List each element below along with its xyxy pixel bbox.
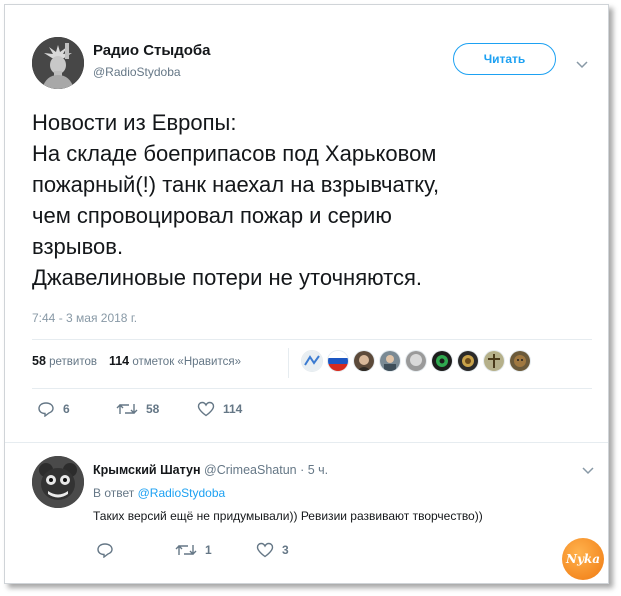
- tweet-card: Радио Стыдоба @RadioStydoba Читать Новос…: [4, 4, 609, 584]
- heart-icon: [256, 542, 274, 558]
- liker-avatar[interactable]: [353, 350, 375, 372]
- reply-author-avatar[interactable]: [32, 456, 84, 508]
- retweets-stat[interactable]: 58 ретвитов: [32, 354, 97, 368]
- retweet-icon: [175, 545, 197, 555]
- reply-like-button[interactable]: 3: [256, 542, 289, 558]
- tweet-line: Джавелиновые потери не уточняются.: [32, 265, 422, 290]
- retweets-label: ретвитов: [49, 356, 97, 368]
- divider: [288, 348, 289, 378]
- liker-avatar[interactable]: [483, 350, 505, 372]
- reply-author-name[interactable]: Крымский Шатун: [93, 463, 201, 477]
- in-reply-prefix: В ответ: [93, 486, 135, 500]
- tweet-line: пожарный(!) танк наехал на взрывчатку,: [32, 172, 440, 197]
- reply-text: Таких версий ещё не придумывали)) Ревизи…: [93, 509, 483, 523]
- tweet-text: Новости из Европы: На складе боеприпасов…: [32, 107, 592, 293]
- divider: [32, 388, 592, 389]
- engagement-stats: 58 ретвитов 114 отметок «Нравится»: [32, 354, 241, 368]
- author-handle[interactable]: @RadioStydoba: [93, 65, 181, 79]
- reply-like-count: 3: [282, 543, 289, 557]
- divider: [32, 339, 592, 340]
- reply-count: 6: [63, 402, 70, 416]
- author-name[interactable]: Радио Стыдоба: [93, 42, 211, 59]
- liker-avatar[interactable]: [509, 350, 531, 372]
- in-reply-handle-link[interactable]: @RadioStydoba: [138, 486, 226, 500]
- like-count: 114: [223, 402, 243, 416]
- liker-avatar[interactable]: [327, 350, 349, 372]
- chevron-down-icon[interactable]: [576, 61, 588, 69]
- follow-button[interactable]: Читать: [453, 43, 556, 75]
- chevron-down-icon[interactable]: [582, 467, 594, 475]
- reply-time[interactable]: · 5 ч.: [300, 463, 328, 477]
- tweet-line: чем спровоцировал пожар и серию: [32, 203, 392, 228]
- likes-label: отметок «Нравится»: [132, 356, 241, 368]
- author-avatar[interactable]: [32, 37, 84, 89]
- reply-icon: [97, 543, 113, 558]
- reply-retweet-count: 1: [205, 543, 212, 557]
- in-reply-to: В ответ @RadioStydoba: [93, 486, 225, 500]
- likers-avatars: [301, 350, 531, 372]
- tweet-line: На складе боеприпасов под Харьковом: [32, 141, 437, 166]
- heart-icon: [197, 401, 215, 417]
- reply-button[interactable]: 6: [37, 401, 70, 417]
- liker-avatar[interactable]: [405, 350, 427, 372]
- likes-count: 114: [108, 354, 130, 368]
- reply-reply-button[interactable]: [96, 542, 122, 558]
- bear-avatar-icon: [32, 456, 84, 508]
- divider: [5, 442, 608, 443]
- tweet-line: Новости из Европы:: [32, 110, 237, 135]
- like-button[interactable]: 114: [197, 401, 242, 417]
- reply-author-handle[interactable]: @CrimeaShatun: [204, 463, 297, 477]
- liker-avatar[interactable]: [431, 350, 453, 372]
- reply-icon: [38, 402, 54, 417]
- liker-avatar[interactable]: [379, 350, 401, 372]
- retweets-count: 58: [32, 354, 46, 368]
- tweet-line: взрывов.: [32, 234, 124, 259]
- reply-retweet-button[interactable]: 1: [175, 542, 212, 558]
- reply-header: Крымский Шатун @CrimeaShatun · 5 ч.: [93, 463, 328, 477]
- likes-stat[interactable]: 114 отметок «Нравится»: [109, 354, 241, 368]
- retweet-icon: [116, 404, 138, 414]
- statue-of-liberty-icon: [32, 37, 84, 89]
- liker-avatar[interactable]: [301, 350, 323, 372]
- retweet-button[interactable]: 58: [116, 401, 159, 417]
- retweet-count: 58: [146, 402, 160, 416]
- watermark-logo: Nyka: [562, 538, 604, 580]
- liker-avatar[interactable]: [457, 350, 479, 372]
- tweet-timestamp[interactable]: 7:44 - 3 мая 2018 г.: [32, 311, 137, 325]
